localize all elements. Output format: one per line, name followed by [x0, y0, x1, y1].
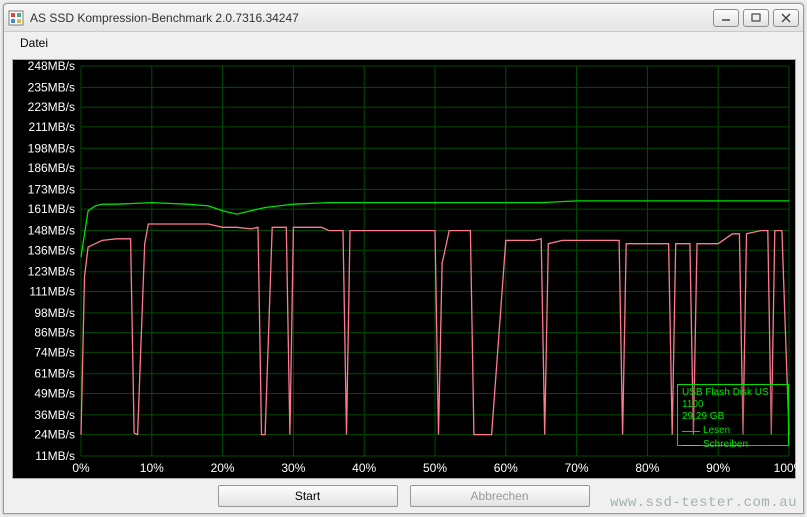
svg-text:123MB/s: 123MB/s [28, 265, 75, 279]
maximize-button[interactable] [743, 9, 769, 27]
minimize-button[interactable] [713, 9, 739, 27]
svg-text:90%: 90% [706, 461, 730, 475]
svg-text:86MB/s: 86MB/s [34, 326, 75, 340]
svg-text:0%: 0% [72, 461, 90, 475]
svg-text:61MB/s: 61MB/s [34, 367, 75, 381]
svg-text:74MB/s: 74MB/s [34, 345, 75, 359]
svg-text:70%: 70% [565, 461, 589, 475]
button-bar: Start Abbrechen [4, 479, 803, 513]
start-button[interactable]: Start [218, 485, 398, 507]
close-button[interactable] [773, 9, 799, 27]
svg-text:11MB/s: 11MB/s [35, 449, 75, 463]
legend-read-swatch [682, 431, 700, 432]
menubar: Datei [4, 32, 803, 54]
svg-text:40%: 40% [352, 461, 376, 475]
legend-read-label: Lesen [703, 425, 730, 437]
window-title: AS SSD Kompression-Benchmark 2.0.7316.34… [30, 11, 713, 25]
legend-device: USB Flash Disk US [682, 387, 784, 399]
svg-text:111MB/s: 111MB/s [29, 284, 75, 298]
svg-text:20%: 20% [211, 461, 235, 475]
app-icon [8, 10, 24, 26]
svg-text:148MB/s: 148MB/s [28, 224, 75, 238]
svg-text:49MB/s: 49MB/s [34, 386, 75, 400]
svg-text:100%: 100% [774, 461, 797, 475]
chart-area: 248MB/s 235MB/s 223MB/s 211MB/s 198MB/s 186MB… [12, 59, 796, 479]
svg-text:30%: 30% [281, 461, 305, 475]
svg-text:186MB/s: 186MB/s [28, 161, 75, 175]
svg-text:161MB/s: 161MB/s [28, 202, 75, 216]
svg-text:173MB/s: 173MB/s [28, 182, 75, 196]
legend-size: 29,29 GB [682, 411, 784, 423]
svg-text:98MB/s: 98MB/s [34, 306, 75, 320]
legend-write-label: Schreiben [703, 439, 748, 451]
svg-text:10%: 10% [140, 461, 164, 475]
svg-text:136MB/s: 136MB/s [28, 243, 75, 257]
svg-text:50%: 50% [423, 461, 447, 475]
svg-text:248MB/s: 248MB/s [28, 60, 75, 73]
abort-button: Abbrechen [410, 485, 590, 507]
app-window: AS SSD Kompression-Benchmark 2.0.7316.34… [3, 3, 804, 514]
svg-text:24MB/s: 24MB/s [34, 428, 75, 442]
legend-box: USB Flash Disk US 1100 29,29 GB Lesen Sc… [677, 384, 789, 446]
titlebar: AS SSD Kompression-Benchmark 2.0.7316.34… [4, 4, 803, 32]
legend-device-line2: 1100 [682, 399, 784, 411]
legend-write-swatch [682, 445, 700, 446]
menu-datei[interactable]: Datei [12, 34, 56, 52]
svg-text:60%: 60% [494, 461, 518, 475]
svg-text:36MB/s: 36MB/s [34, 408, 75, 422]
svg-text:223MB/s: 223MB/s [28, 100, 75, 114]
svg-text:211MB/s: 211MB/s [29, 120, 75, 134]
svg-text:198MB/s: 198MB/s [28, 141, 75, 155]
svg-text:235MB/s: 235MB/s [28, 80, 75, 94]
svg-text:80%: 80% [635, 461, 659, 475]
